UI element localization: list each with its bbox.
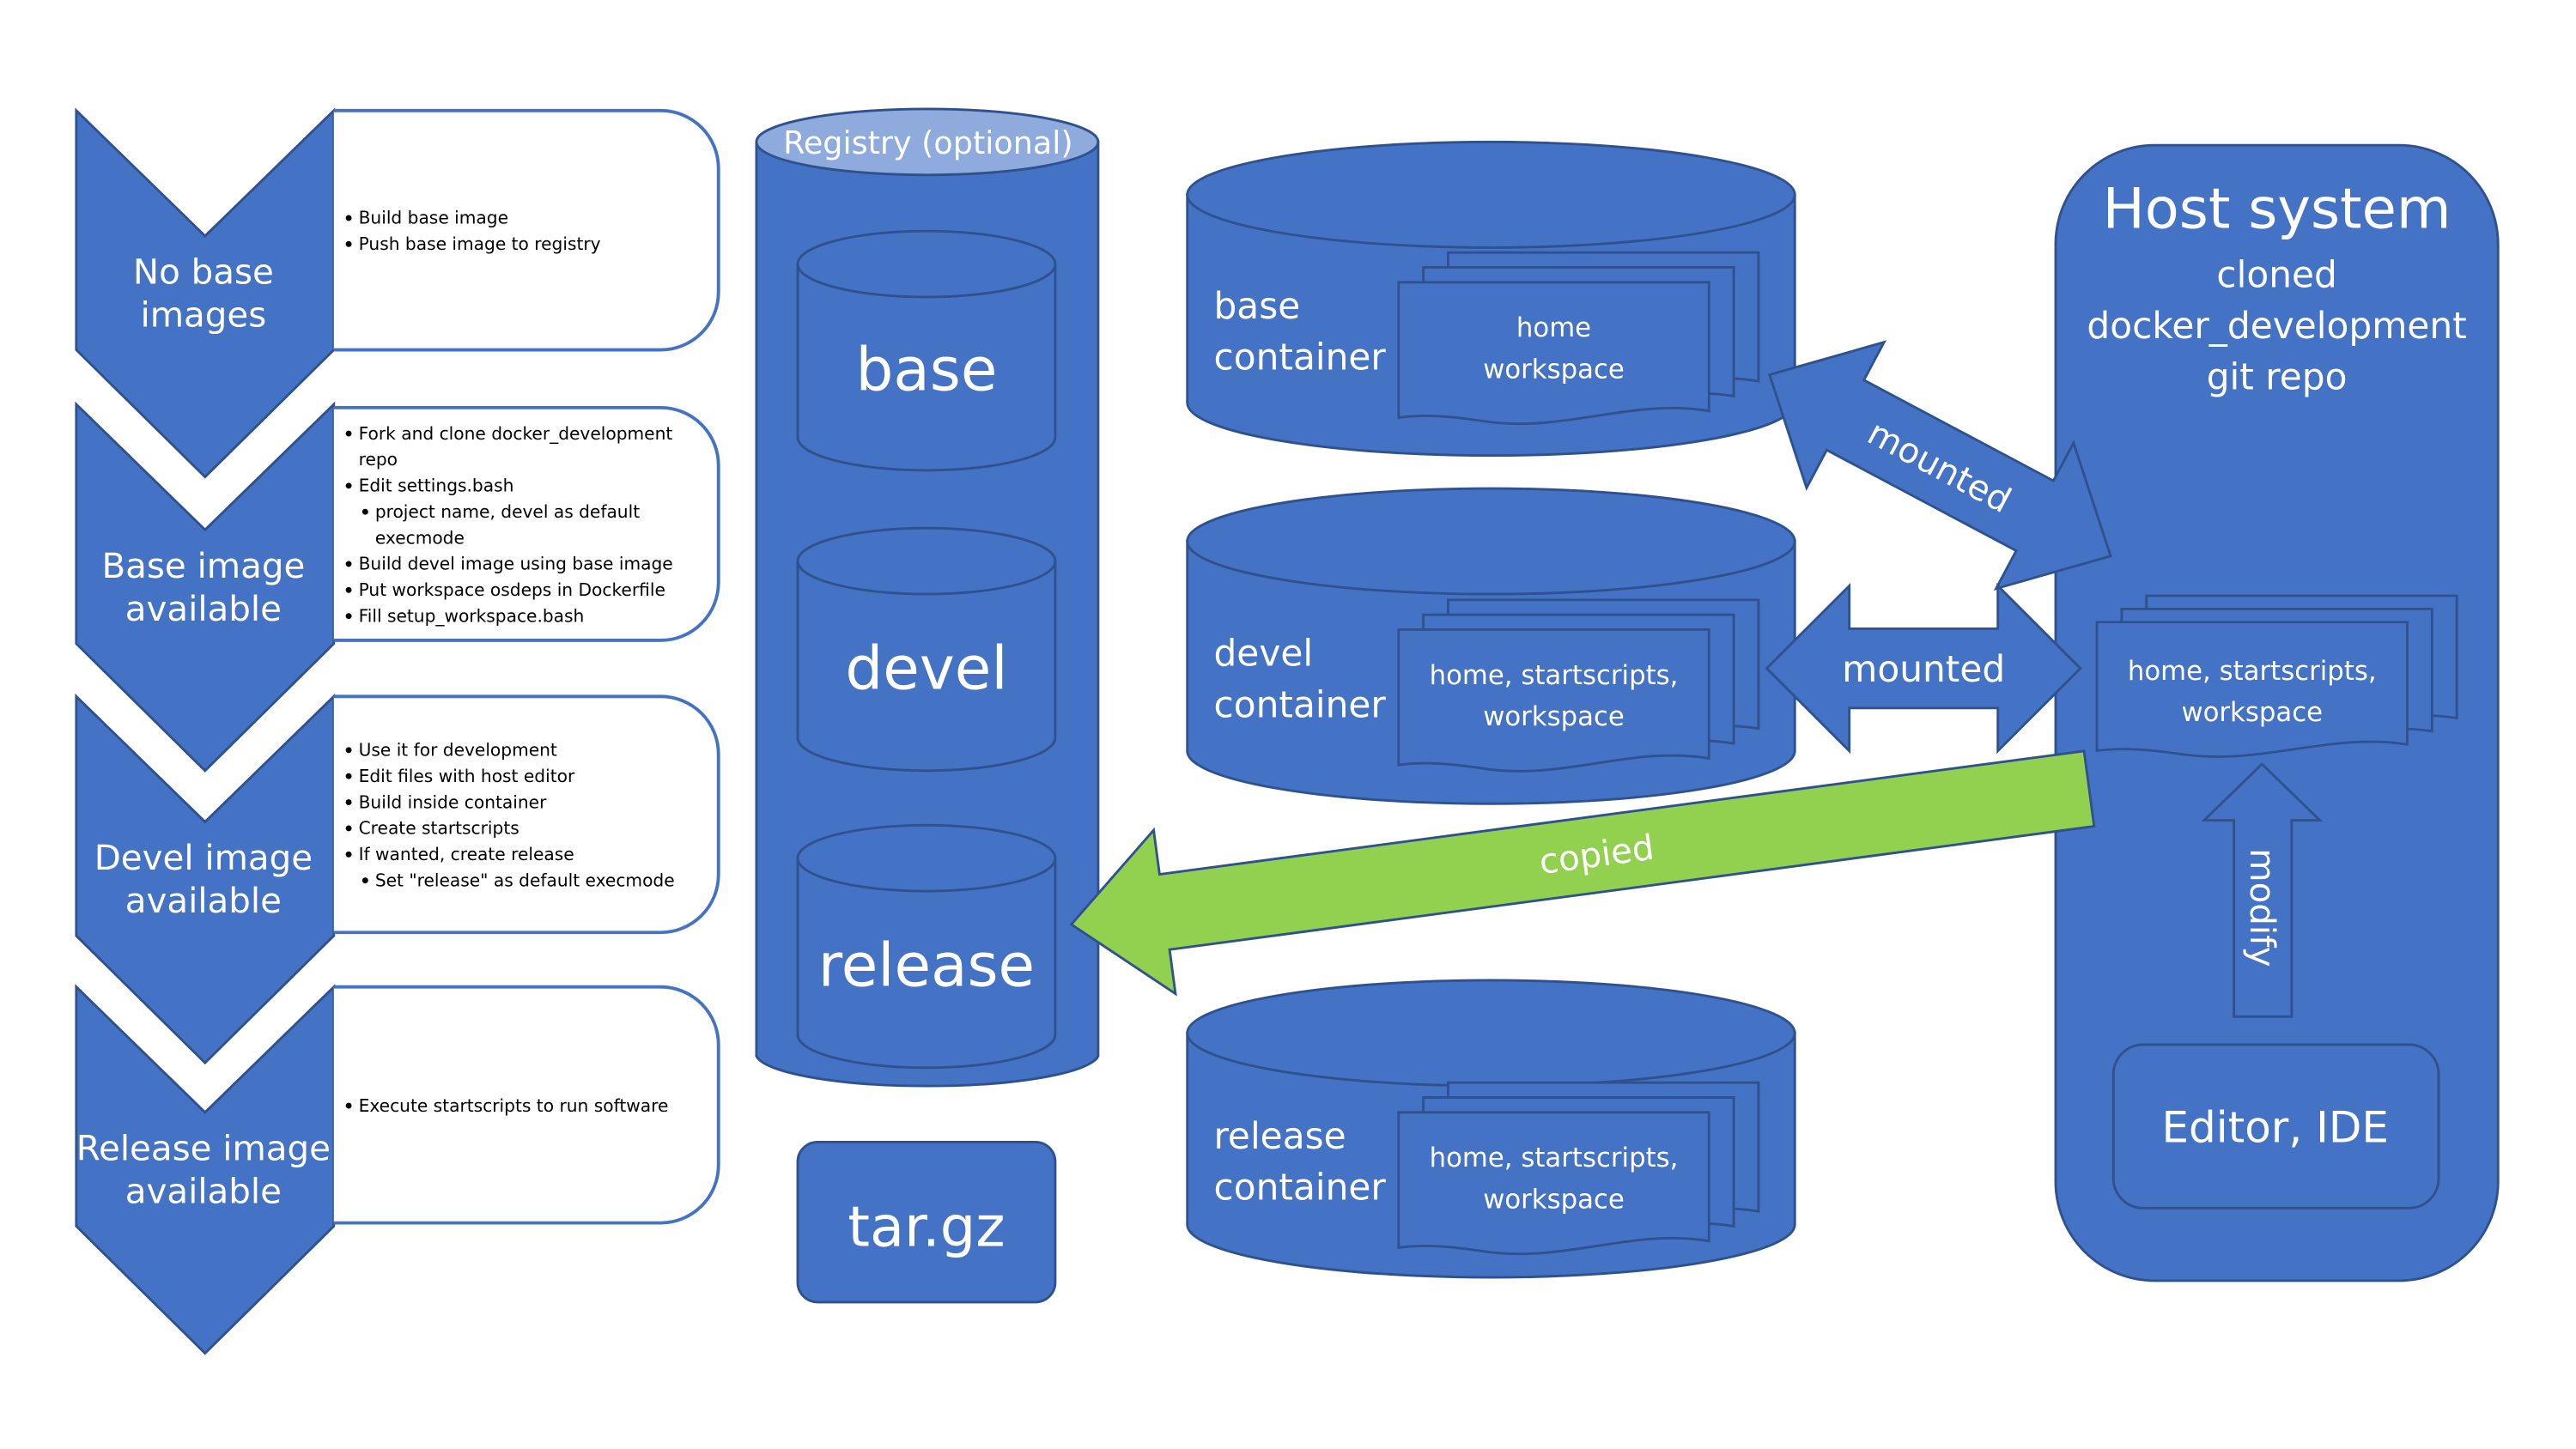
registry-image-base: base	[796, 229, 1057, 472]
bullet-icon	[361, 508, 368, 515]
registry-image-label: release	[818, 932, 1035, 1001]
stage-note: Build base image	[359, 208, 508, 228]
stage-notes-box	[333, 108, 720, 352]
stage-note: Execute startscripts to run software	[359, 1095, 669, 1116]
stage-note: execmode	[375, 527, 465, 548]
bullet-icon	[345, 613, 352, 620]
host-files-line-1: home, startscripts,	[2128, 656, 2377, 687]
stage-note: Create startscripts	[359, 818, 519, 839]
stage-note: project name, devel as default	[375, 501, 640, 522]
host-subtitle-3: git repo	[2207, 356, 2348, 398]
stage-note: Use it for development	[359, 740, 557, 761]
stage-label: available	[125, 589, 282, 629]
container-label: devel	[1213, 633, 1313, 675]
stage-chevron	[75, 107, 336, 479]
container-label: base	[1213, 285, 1300, 327]
stage-note: Edit files with host editor	[359, 766, 575, 786]
bullet-icon	[345, 773, 352, 779]
registry-image-label: devel	[845, 635, 1007, 704]
stage-note: If wanted, create release	[359, 844, 574, 864]
devel-mounted-arrow: mounted	[1765, 583, 2082, 755]
bullet-icon	[345, 747, 352, 754]
stage-label: No base	[133, 252, 274, 293]
bullet-icon	[345, 586, 352, 593]
stage-note: repo	[359, 449, 398, 470]
stage-label: images	[141, 295, 267, 336]
container-files-line: workspace	[1483, 354, 1625, 385]
modify-label: modify	[2242, 848, 2282, 967]
stage-note: Fill setup_workspace.bash	[359, 605, 585, 626]
stage-label: available	[125, 1172, 282, 1212]
container-files-line: home	[1516, 312, 1591, 343]
tar-gz-archive: tar.gz	[796, 1140, 1057, 1304]
devel-mounted-label: mounted	[1842, 648, 2005, 690]
stage-label: Devel image	[94, 838, 313, 878]
container-files-line: home, startscripts,	[1430, 1143, 1679, 1173]
stage-note: Build inside container	[359, 791, 547, 812]
stage-note: Edit settings.bash	[359, 476, 514, 496]
stage-label: Base image	[101, 546, 305, 586]
file-page-icon	[1397, 281, 1710, 426]
host-subtitle-2: docker_development	[2087, 305, 2466, 347]
stage-note: Fork and clone docker_development	[359, 423, 673, 444]
bullet-icon	[361, 877, 368, 884]
bullet-icon	[345, 799, 352, 806]
bullet-icon	[345, 1102, 352, 1109]
container-3: release container home, startscripts, works…	[1186, 979, 1796, 1279]
registry-image-release: release	[796, 823, 1057, 1070]
bullet-icon	[345, 240, 352, 247]
host-files-stack: home, startscripts, workspace	[2095, 594, 2458, 758]
host-title: Host system	[2103, 176, 2451, 241]
editor-ide-label: Editor, IDE	[2161, 1102, 2388, 1152]
container-label: release	[1213, 1115, 1346, 1157]
stage-label: Release image	[76, 1129, 331, 1169]
container-1: base container home workspace	[1186, 140, 1796, 458]
bullet-icon	[345, 851, 352, 858]
host-system: Host system cloned docker_development gi…	[2054, 143, 2500, 1282]
registry-image-label: base	[855, 336, 997, 405]
stage-notes-box	[333, 694, 720, 935]
container-files-line: workspace	[1483, 1184, 1625, 1215]
archive-label: tar.gz	[848, 1195, 1005, 1260]
bullet-icon	[345, 561, 352, 567]
stage-label: available	[125, 881, 282, 921]
host-files-line-2: workspace	[2181, 697, 2323, 728]
container-label: container	[1213, 1167, 1386, 1209]
bullet-icon	[345, 430, 352, 437]
container-files-line: home, startscripts,	[1430, 660, 1679, 691]
container-label: container	[1213, 336, 1386, 379]
registry-title: Registry (optional)	[783, 124, 1073, 161]
container-files-line: workspace	[1483, 701, 1625, 732]
registry-image-devel: devel	[796, 526, 1057, 773]
docker-workflow-diagram: No baseimages Build base image Push base i…	[75, 107, 2500, 1355]
file-page-icon	[1397, 628, 1710, 773]
file-page-icon	[1397, 1111, 1710, 1256]
stage-note: Put workspace osdeps in Dockerfile	[359, 579, 665, 600]
bullet-icon	[345, 825, 352, 832]
stage-note: Build devel image using base image	[359, 554, 673, 574]
stage-note: Push base image to registry	[359, 233, 601, 254]
stage-note: Set "release" as default execmode	[375, 870, 675, 890]
stage-4: Release imageavailable Execute startscrip…	[75, 984, 720, 1355]
bullet-icon	[345, 482, 352, 489]
bullet-icon	[345, 215, 352, 221]
host-subtitle-1: cloned	[2216, 254, 2337, 296]
container-label: container	[1213, 683, 1386, 725]
container-2: devel container home, startscripts, workspa…	[1186, 487, 1796, 805]
